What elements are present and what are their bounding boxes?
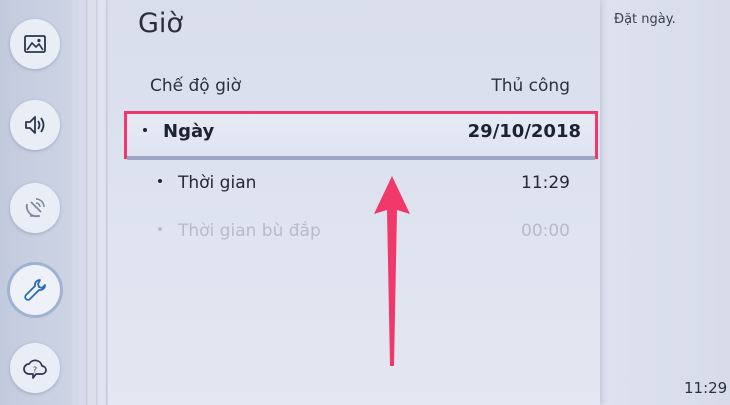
bullet: [158, 227, 162, 231]
date-value: 29/10/2018: [467, 121, 581, 142]
help-text: Đặt ngày.: [614, 12, 676, 27]
support-icon: ?: [23, 359, 47, 379]
sound-icon: [25, 116, 45, 134]
panel-edge: [88, 0, 97, 405]
focus-shadow: [127, 156, 595, 160]
sidebar-item-picture[interactable]: [10, 19, 60, 69]
time-mode-value: Thủ công: [491, 76, 570, 96]
time-offset-value: 00:00: [521, 221, 570, 241]
time-value: 11:29: [521, 173, 570, 193]
up-arrow-annotation: [374, 176, 410, 366]
time-offset-label: Thời gian bù đắp: [178, 221, 321, 241]
time-label: Thời gian: [178, 173, 257, 193]
sidebar-item-support[interactable]: ?: [10, 343, 60, 393]
sidebar-item-general[interactable]: [10, 265, 60, 315]
sidebar-rail: ?: [0, 0, 72, 405]
sidebar-item-sound[interactable]: [10, 100, 60, 150]
clock: 11:29: [684, 379, 728, 397]
general-icon: [24, 279, 46, 301]
picture-icon: [24, 35, 46, 53]
sidebar-item-broadcast[interactable]: [10, 183, 60, 233]
panel-edge: [98, 0, 107, 405]
time-mode-label: Chế độ giờ: [150, 76, 242, 96]
svg-text:?: ?: [33, 366, 37, 375]
bullet: [143, 128, 147, 132]
time-settings-panel: [108, 0, 600, 405]
bullet: [158, 179, 162, 183]
page-title: Giờ: [138, 8, 183, 39]
broadcast-icon: [25, 198, 45, 218]
date-label: Ngày: [163, 121, 215, 142]
panel-edge: [78, 0, 87, 405]
